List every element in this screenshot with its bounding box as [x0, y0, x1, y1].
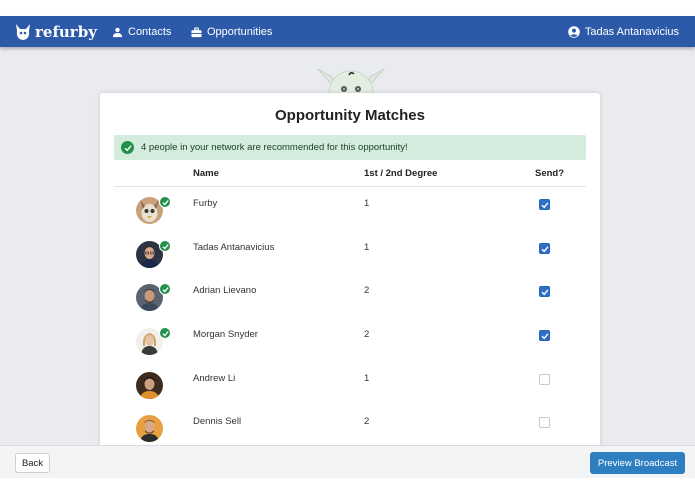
recommendation-alert: 4 people in your network are recommended… [114, 135, 586, 160]
check-circle-icon [121, 141, 134, 154]
send-checkbox[interactable] [539, 417, 550, 428]
user-name: Tadas Antanavicius [584, 26, 679, 38]
nav-user-menu[interactable]: Tadas Antanavicius [568, 24, 679, 40]
send-checkbox[interactable] [539, 199, 550, 210]
contacts-icon [112, 27, 123, 37]
avatar [136, 372, 163, 399]
nav-contacts[interactable]: Contacts [112, 24, 171, 40]
contact-degree: 1 [364, 242, 370, 253]
column-header-send: Send? [535, 168, 565, 179]
table-row: Tadas Antanavicius 1 [114, 235, 586, 278]
avatar [136, 415, 163, 442]
table-row: Andrew Li 1 [114, 366, 586, 409]
top-navbar: refurby Contacts Opportunities Tadas Ant… [0, 16, 695, 47]
contact-name: Furby [193, 198, 218, 209]
opportunity-matches-card: Opportunity Matches 4 people in your net… [100, 93, 600, 445]
contact-degree: 1 [364, 198, 370, 209]
table-row: Adrian Lievano 2 [114, 278, 586, 321]
contact-name: Dennis Sell [193, 416, 242, 427]
recommended-check-icon [159, 327, 171, 339]
preview-broadcast-button[interactable]: Preview Broadcast [590, 452, 685, 474]
column-header-degree: 1st / 2nd Degree [364, 168, 438, 179]
brand-logo[interactable]: refurby [15, 21, 97, 43]
nav-contacts-label: Contacts [128, 26, 172, 38]
contact-degree: 2 [364, 285, 370, 296]
furby-logo-icon [16, 24, 30, 40]
table-row: Furby 1 [114, 191, 586, 234]
brand-name: refurby [35, 23, 97, 41]
card-title: Opportunity Matches [274, 107, 425, 124]
contact-degree: 2 [364, 329, 370, 340]
action-footer: Back Preview Broadcast [0, 445, 695, 478]
column-header-name: Name [193, 168, 219, 179]
contact-name: Morgan Snyder [193, 329, 258, 340]
contact-name: Tadas Antanavicius [193, 242, 275, 253]
nav-opportunities[interactable]: Opportunities [191, 24, 272, 40]
send-checkbox[interactable] [539, 374, 550, 385]
send-checkbox[interactable] [539, 330, 550, 341]
table-row: Dennis Sell 2 [114, 409, 586, 445]
recommended-check-icon [159, 196, 171, 208]
send-checkbox[interactable] [539, 243, 550, 254]
back-button[interactable]: Back [15, 453, 50, 473]
contact-degree: 1 [364, 373, 370, 384]
main-area: Opportunity Matches 4 people in your net… [0, 47, 695, 445]
alert-text: 4 people in your network are recommended… [141, 142, 408, 153]
recommended-check-icon [159, 240, 171, 252]
user-circle-icon [568, 26, 580, 38]
contact-degree: 2 [364, 416, 370, 427]
recommended-check-icon [159, 283, 171, 295]
contact-name: Adrian Lievano [193, 285, 257, 296]
contact-name: Andrew Li [193, 373, 236, 384]
table-header-divider [114, 186, 586, 187]
send-checkbox[interactable] [539, 286, 550, 297]
briefcase-icon [191, 26, 202, 37]
table-row: Morgan Snyder 2 [114, 322, 586, 365]
nav-opportunities-label: Opportunities [207, 26, 273, 38]
